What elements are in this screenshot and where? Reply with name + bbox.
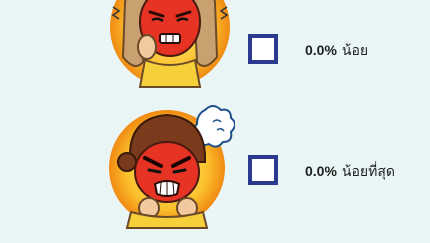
angry-face-emoji-icon [109, 105, 235, 229]
option-label: 0.0% น้อยที่สุด [305, 161, 395, 183]
annoyed-face-emoji-icon [110, 0, 230, 88]
option-label: 0.0% น้อย [305, 40, 368, 62]
option-percent: 0.0% [305, 42, 337, 58]
option-text: น้อย [341, 43, 369, 59]
option-checkbox[interactable] [248, 155, 278, 185]
option-checkbox[interactable] [248, 34, 278, 64]
poll-option-row[interactable]: 0.0% น้อยที่สุด [0, 95, 430, 235]
option-text: น้อยที่สุด [341, 164, 395, 180]
option-percent: 0.0% [305, 163, 337, 179]
poll-options: 0.0% น้อย 0.0% น้อยที่สุด [0, 0, 430, 243]
poll-option-row[interactable]: 0.0% น้อย [0, 0, 430, 95]
